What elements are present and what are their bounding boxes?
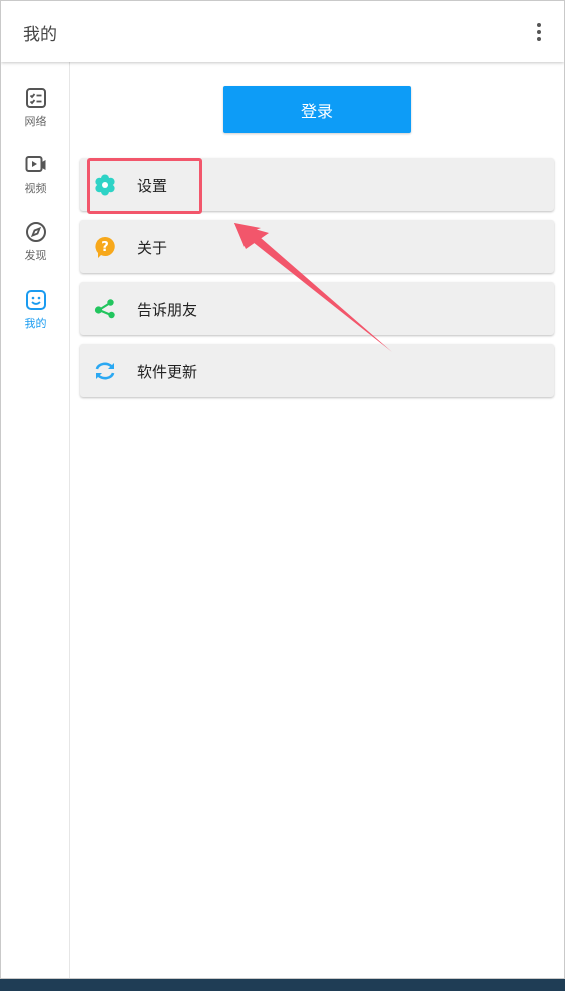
menu-item-label: 设置 (137, 177, 168, 195)
refresh-icon (95, 362, 115, 380)
menu-item-label: 软件更新 (137, 363, 198, 381)
sidebar-item-discover[interactable]: 发现 (1, 216, 70, 272)
app-window: 我的 网络 视频 发现 我的 登录 设置 ? 关于 告诉朋友 软件更新 (0, 0, 565, 979)
menu-item-update[interactable]: 软件更新 (80, 344, 554, 397)
checklist-icon (25, 88, 46, 108)
svg-text:?: ? (101, 240, 109, 255)
more-vert-dot (537, 37, 541, 41)
more-vert-icon (537, 23, 541, 27)
menu-item-about[interactable]: ? 关于 (80, 220, 554, 273)
app-bar: 我的 (1, 1, 564, 62)
login-button[interactable]: 登录 (223, 86, 411, 133)
menu-item-label: 告诉朋友 (137, 301, 198, 319)
sidebar-item-label: 发现 (24, 249, 47, 262)
help-icon: ? (95, 236, 115, 258)
more-vert-dot (537, 30, 541, 34)
gear-icon (95, 174, 115, 196)
main-content: 登录 设置 ? 关于 告诉朋友 软件更新 (71, 62, 564, 978)
sidebar-item-label: 网络 (24, 115, 47, 128)
video-icon (25, 156, 45, 172)
menu-item-label: 关于 (137, 239, 168, 257)
sidebar-item-mine[interactable]: 我的 (1, 284, 70, 340)
menu-item-settings[interactable]: 设置 (80, 158, 554, 211)
menu-item-share[interactable]: 告诉朋友 (80, 282, 554, 335)
smile-icon (25, 290, 46, 310)
compass-icon (25, 222, 46, 242)
sidebar-item-network[interactable]: 网络 (1, 82, 70, 138)
sidebar-item-label: 我的 (24, 317, 47, 330)
sidebar: 网络 视频 发现 我的 (1, 62, 70, 978)
share-icon (94, 299, 115, 319)
sidebar-item-label: 视频 (24, 182, 47, 195)
page-title: 我的 (23, 25, 57, 45)
sidebar-item-video[interactable]: 视频 (1, 149, 70, 205)
more-options-button[interactable] (528, 19, 550, 45)
